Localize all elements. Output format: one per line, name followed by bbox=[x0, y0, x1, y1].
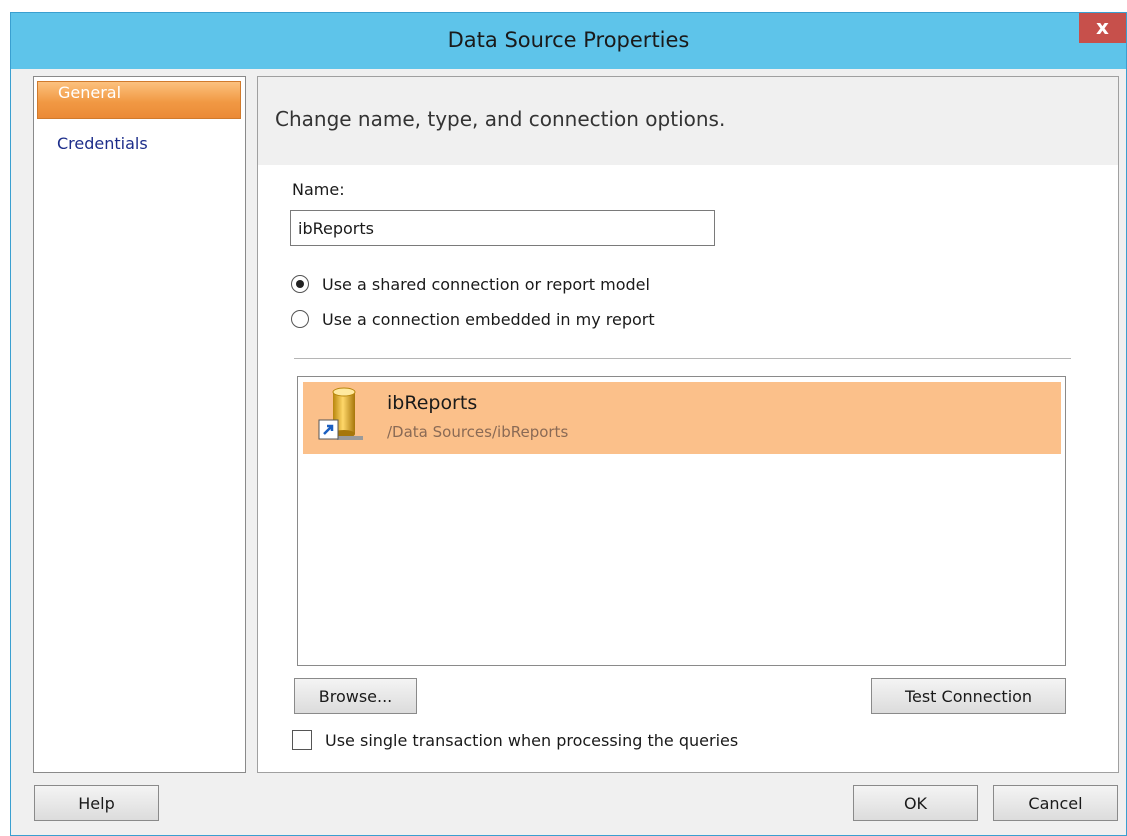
data-source-path: /Data Sources/ibReports bbox=[387, 423, 569, 441]
data-source-properties-dialog: Data Source Properties x General Credent… bbox=[10, 12, 1127, 836]
panel-header-text: Change name, type, and connection option… bbox=[275, 107, 726, 131]
radio-button-checked[interactable] bbox=[291, 275, 309, 293]
help-button[interactable]: Help bbox=[34, 785, 159, 821]
panel-header: Change name, type, and connection option… bbox=[258, 77, 1118, 165]
main-panel: Change name, type, and connection option… bbox=[257, 76, 1119, 773]
name-input[interactable] bbox=[290, 210, 715, 246]
cancel-button[interactable]: Cancel bbox=[993, 785, 1118, 821]
shared-database-shortcut-icon bbox=[318, 387, 363, 440]
ok-button[interactable]: OK bbox=[853, 785, 978, 821]
radio-button-unchecked[interactable] bbox=[291, 310, 309, 328]
sidebar-item-general[interactable]: General bbox=[37, 81, 241, 119]
radio-label-embedded: Use a connection embedded in my report bbox=[322, 309, 655, 329]
list-item[interactable]: ibReports /Data Sources/ibReports bbox=[303, 382, 1061, 454]
radio-label-shared: Use a shared connection or report model bbox=[322, 274, 650, 294]
single-transaction-label: Use single transaction when processing t… bbox=[325, 730, 739, 750]
title-bar[interactable]: Data Source Properties x bbox=[11, 13, 1126, 69]
radio-shared-connection[interactable]: Use a shared connection or report model bbox=[291, 273, 650, 295]
divider bbox=[294, 358, 1071, 359]
single-transaction-option[interactable]: Use single transaction when processing t… bbox=[292, 730, 738, 750]
dialog-title: Data Source Properties bbox=[447, 28, 690, 52]
radio-embedded-connection[interactable]: Use a connection embedded in my report bbox=[291, 308, 655, 330]
sidebar: General Credentials bbox=[33, 76, 246, 773]
single-transaction-checkbox[interactable] bbox=[292, 730, 312, 750]
shared-data-source-list[interactable]: ibReports /Data Sources/ibReports bbox=[297, 376, 1066, 666]
test-connection-button[interactable]: Test Connection bbox=[871, 678, 1066, 714]
browse-button[interactable]: Browse... bbox=[294, 678, 417, 714]
sidebar-item-credentials[interactable]: Credentials bbox=[37, 127, 241, 165]
name-label: Name: bbox=[292, 180, 345, 199]
data-source-name: ibReports bbox=[387, 392, 478, 414]
close-button[interactable]: x bbox=[1079, 13, 1126, 43]
